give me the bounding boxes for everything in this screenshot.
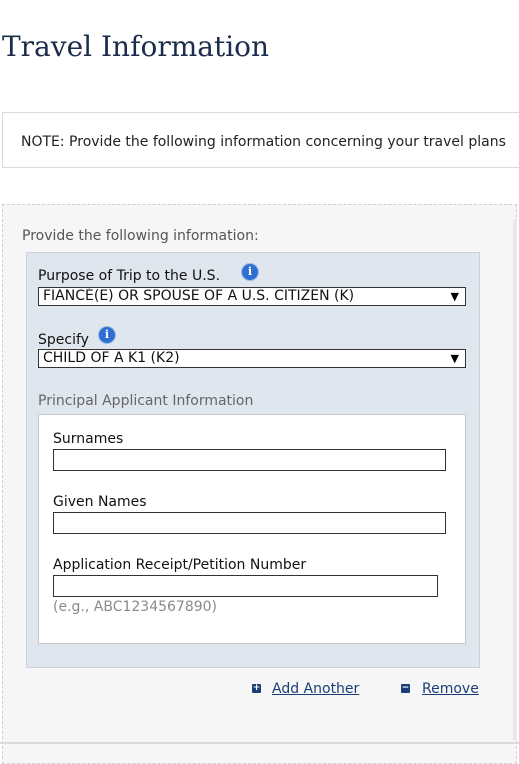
page-title: Travel Information <box>2 30 270 63</box>
receipt-number-hint: (e.g., ABC1234567890) <box>53 599 218 615</box>
specify-label: Specify <box>38 332 89 348</box>
remove-link[interactable]: Remove <box>422 681 479 697</box>
receipt-number-input[interactable] <box>53 575 438 597</box>
specify-select[interactable]: CHILD OF A K1 (K2) ▼ <box>38 349 466 368</box>
info-icon[interactable]: i <box>99 327 115 343</box>
divider <box>0 742 519 744</box>
given-names-label: Given Names <box>53 494 147 510</box>
panel-divider <box>513 220 517 740</box>
purpose-select-value: FIANCÉ(E) OR SPOUSE OF A U.S. CITIZEN (K… <box>43 288 355 304</box>
specify-select-value: CHILD OF A K1 (K2) <box>43 350 180 366</box>
add-another-link[interactable]: Add Another <box>272 681 359 697</box>
receipt-number-label: Application Receipt/Petition Number <box>53 557 307 573</box>
surnames-label: Surnames <box>53 431 124 447</box>
surnames-input[interactable] <box>53 449 446 471</box>
panel-instruction: Provide the following information: <box>22 228 259 244</box>
note-text: NOTE: Provide the following information … <box>21 134 506 150</box>
dropdown-arrow-icon: ▼ <box>450 290 459 303</box>
principal-applicant-heading: Principal Applicant Information <box>38 393 254 409</box>
remove-icon[interactable]: − <box>401 684 410 693</box>
info-icon[interactable]: i <box>242 264 258 280</box>
note-box: NOTE: Provide the following information … <box>2 112 519 168</box>
add-icon[interactable]: + <box>252 684 261 693</box>
given-names-input[interactable] <box>53 512 446 534</box>
dropdown-arrow-icon: ▼ <box>450 352 459 365</box>
purpose-label: Purpose of Trip to the U.S. <box>38 268 221 284</box>
purpose-select[interactable]: FIANCÉ(E) OR SPOUSE OF A U.S. CITIZEN (K… <box>38 287 466 306</box>
